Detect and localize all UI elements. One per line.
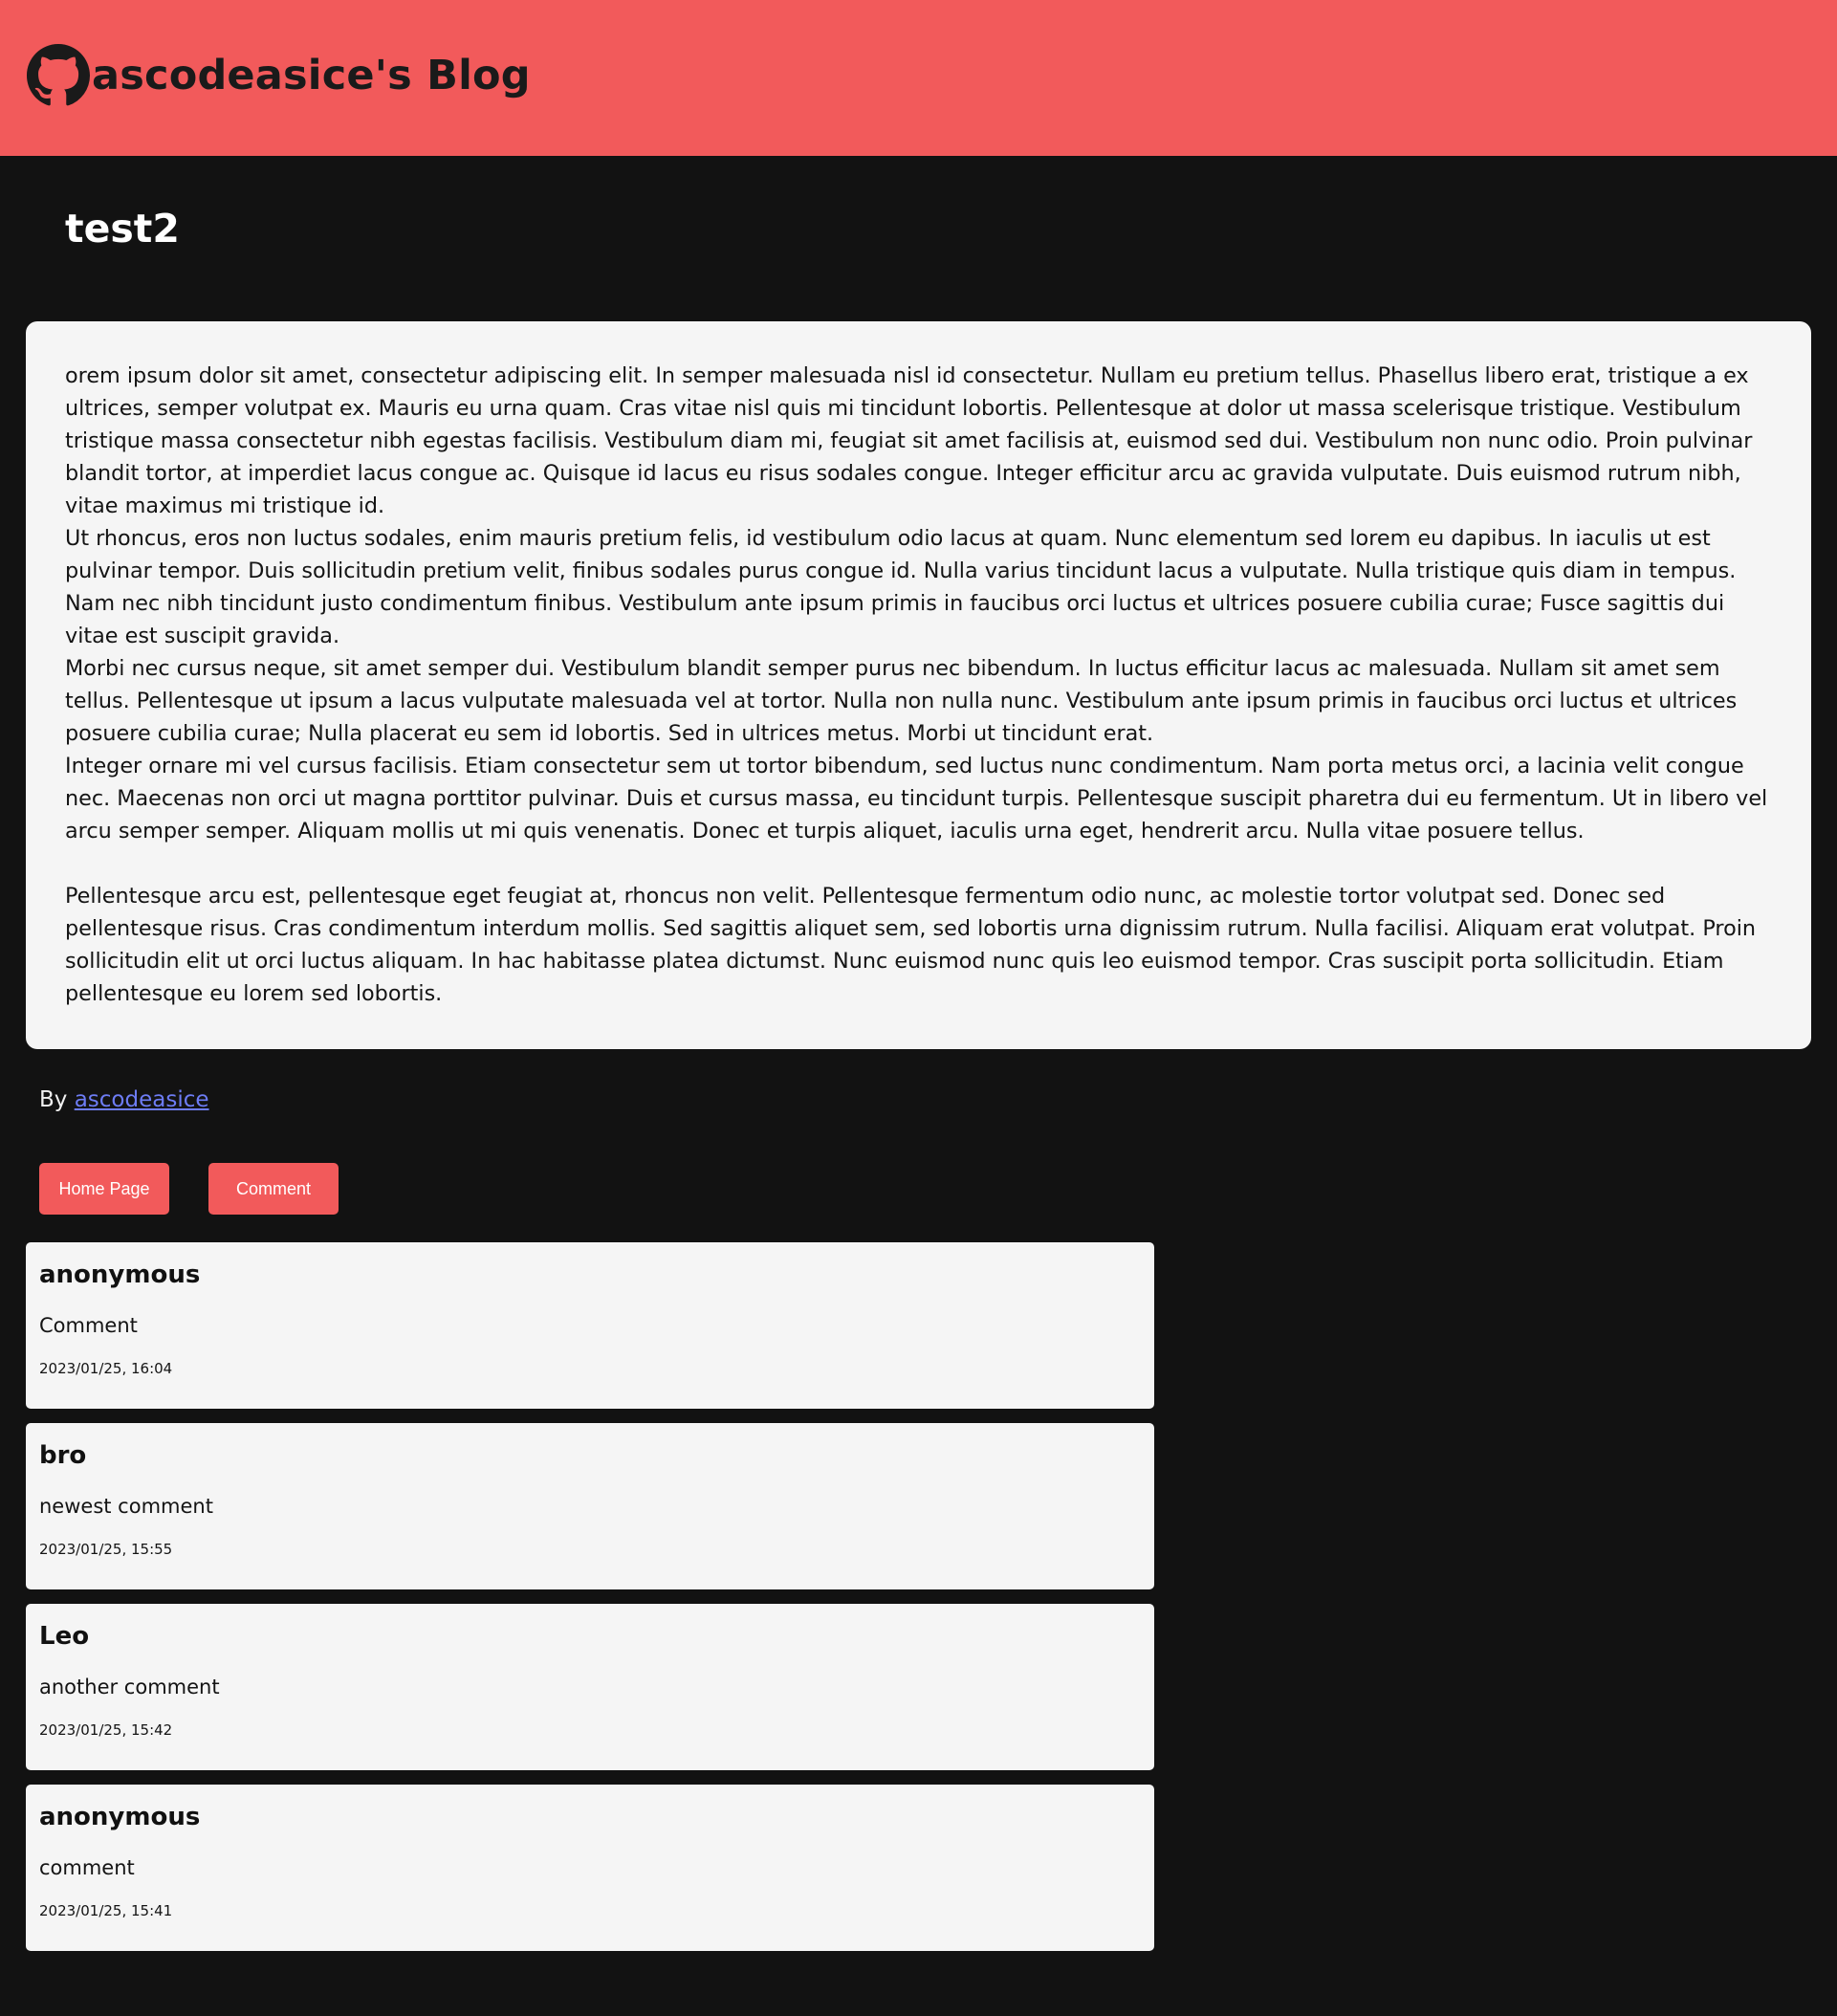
blog-title: ascodeasice's Blog [92,52,531,99]
comment-card: anonymous Comment 2023/01/25, 16:04 [26,1242,1154,1409]
comment-author: anonymous [39,1260,201,1289]
comment-card: bro newest comment 2023/01/25, 15:55 [26,1423,1154,1589]
comment-author: Leo [39,1622,90,1651]
post-paragraph: Morbi nec cursus neque, sit amet semper … [65,656,1738,746]
github-icon [27,44,90,106]
author-link[interactable]: ascodeasice [75,1087,209,1112]
comment-button[interactable]: Comment [208,1163,339,1215]
comment-card: anonymous comment 2023/01/25, 15:41 [26,1785,1154,1951]
comment-timestamp: 2023/01/25, 16:04 [39,1360,173,1377]
post-paragraph: Pellentesque arcu est, pellentesque eget… [65,884,1757,1006]
home-page-button[interactable]: Home Page [39,1163,169,1215]
comment-timestamp: 2023/01/25, 15:55 [39,1541,173,1558]
comment-text: newest comment [39,1495,213,1518]
byline-prefix: By [39,1087,68,1112]
site-header: ascodeasice's Blog [0,0,1837,156]
byline: By ascodeasice [39,1085,209,1115]
comment-text: another comment [39,1676,220,1698]
post-paragraph: orem ipsum dolor sit amet, consectetur a… [65,363,1753,518]
comment-timestamp: 2023/01/25, 15:42 [39,1721,173,1739]
comment-text: comment [39,1856,135,1879]
comment-author: anonymous [39,1803,201,1831]
post-paragraph: Ut rhoncus, eros non luctus sodales, eni… [65,526,1737,648]
brand-link[interactable]: ascodeasice's Blog [27,44,531,107]
post-paragraph: Integer ornare mi vel cursus facilisis. … [65,754,1768,844]
comment-text: Comment [39,1314,138,1337]
post-body: orem ipsum dolor sit amet, consectetur a… [26,321,1811,1049]
comment-card: Leo another comment 2023/01/25, 15:42 [26,1604,1154,1770]
comment-author: bro [39,1441,87,1470]
post-title: test2 [65,206,180,252]
comment-timestamp: 2023/01/25, 15:41 [39,1902,173,1919]
